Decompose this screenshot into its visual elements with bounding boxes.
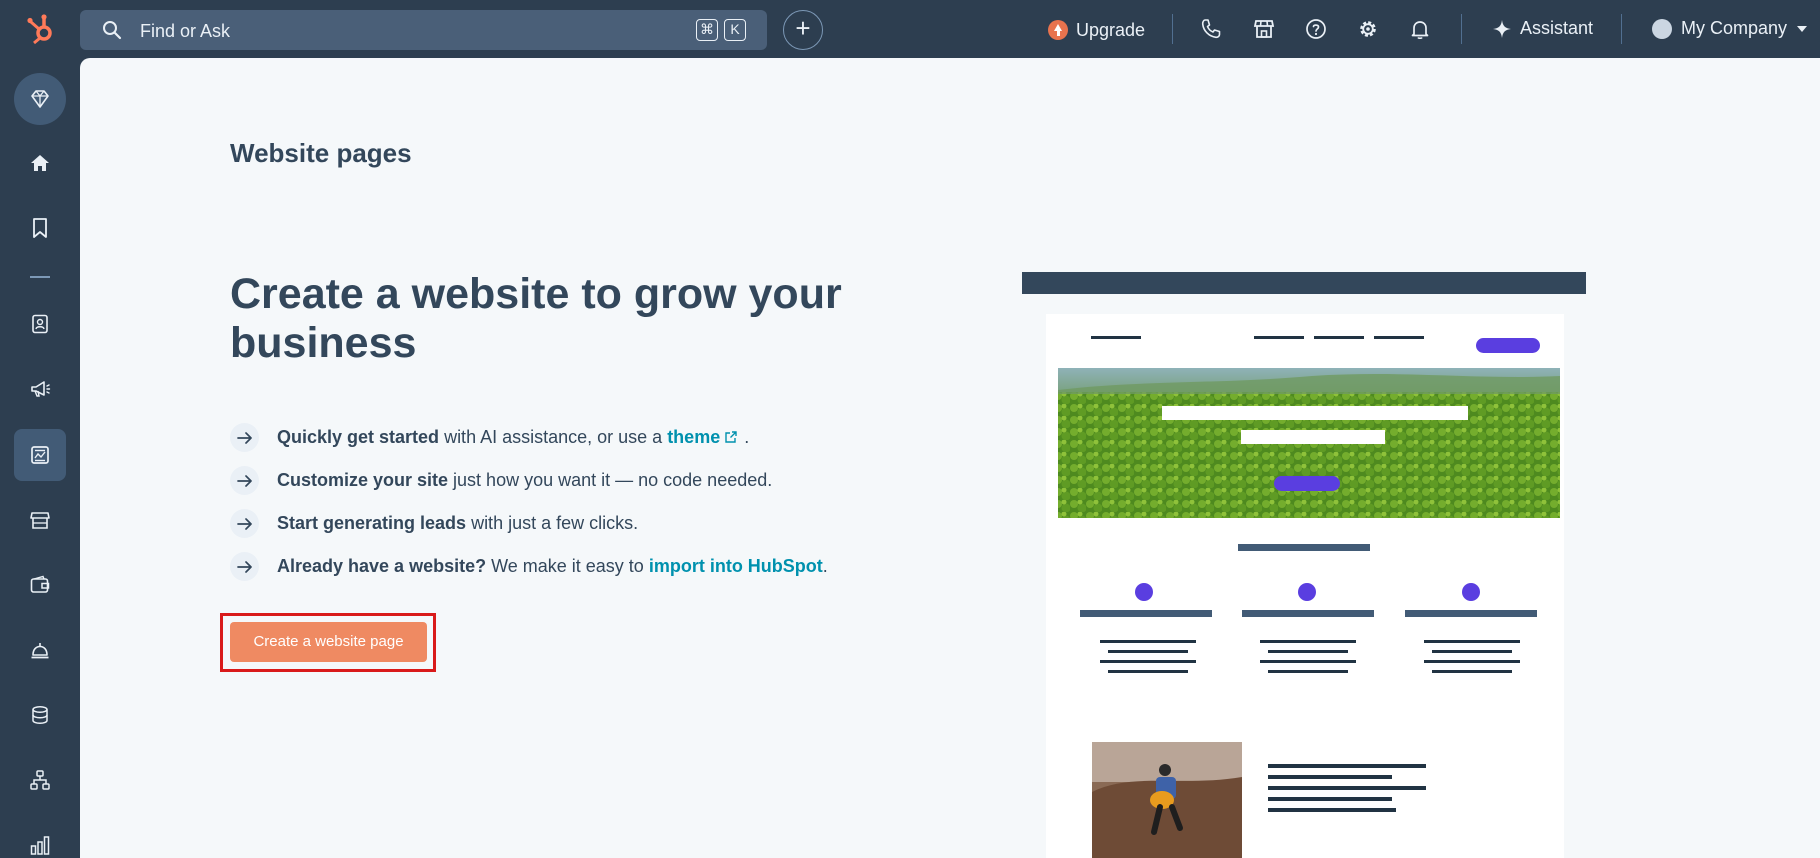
sidebar-item-upgrade[interactable] — [14, 73, 66, 125]
bookmark-icon — [33, 218, 47, 238]
arrow-right-icon — [230, 423, 259, 452]
wallet-icon — [30, 575, 50, 593]
sparkle-icon — [1493, 19, 1511, 38]
feature-bold: Quickly get started — [277, 427, 440, 447]
sidebar-item-content[interactable] — [14, 429, 66, 481]
storefront-icon — [30, 512, 50, 529]
feature-bold: Customize your site — [277, 470, 449, 490]
feature-text: Start generating leads with just a few c… — [277, 513, 638, 534]
sidebar-item-bookmarks[interactable] — [14, 202, 66, 254]
list-item: Quickly get started with AI assistance, … — [230, 416, 828, 459]
feature-suffix: . — [822, 556, 828, 576]
arrow-right-icon — [230, 466, 259, 495]
content-icon — [31, 446, 49, 464]
feature-text: Customize your site just how you want it… — [277, 470, 772, 491]
search-placeholder[interactable]: Find or Ask — [140, 21, 230, 42]
list-item: Customize your site just how you want it… — [230, 459, 828, 502]
list-item: Start generating leads with just a few c… — [230, 502, 828, 545]
k-key-badge: K — [724, 19, 746, 41]
page-title: Website pages — [230, 138, 412, 168]
sidebar-item-marketing[interactable] — [14, 363, 66, 415]
create-website-page-button[interactable]: Create a website page — [230, 622, 427, 662]
bar-chart-icon — [30, 836, 50, 855]
service-bell-icon — [31, 643, 49, 659]
phone-icon[interactable] — [1199, 17, 1223, 41]
home-icon — [31, 155, 49, 171]
account-name: My Company — [1681, 18, 1788, 38]
sidebar-divider — [30, 276, 50, 278]
create-new-button[interactable]: + — [783, 10, 823, 50]
assistant-button[interactable]: Assistant — [1492, 18, 1593, 39]
account-menu[interactable]: My Company — [1652, 18, 1808, 39]
sidebar-item-commerce[interactable] — [14, 494, 66, 546]
gem-icon — [31, 90, 49, 108]
left-sidebar — [0, 58, 80, 858]
hubspot-logo-icon[interactable] — [26, 12, 56, 46]
topbar-divider — [1172, 14, 1173, 44]
notifications-icon[interactable] — [1408, 17, 1432, 41]
avatar — [1652, 18, 1672, 39]
feature-body: with just a few clicks. — [466, 513, 639, 533]
external-link-icon[interactable] — [724, 430, 738, 444]
feature-text: Quickly get started with AI assistance, … — [277, 427, 749, 448]
feature-text: Already have a website? We make it easy … — [277, 556, 828, 577]
feature-bold: Start generating leads — [277, 513, 467, 533]
arrow-right-icon — [230, 509, 259, 538]
feature-body: with AI assistance, or use a — [439, 427, 668, 447]
workflow-icon — [30, 770, 50, 790]
search-bar[interactable]: Find or Ask ⌘ K — [80, 10, 767, 50]
theme-link[interactable]: theme — [667, 427, 720, 447]
settings-icon[interactable] — [1356, 17, 1380, 41]
contacts-icon — [32, 314, 48, 334]
search-icon — [103, 21, 122, 40]
feature-bold: Already have a website? — [277, 556, 487, 576]
topbar-divider — [1621, 14, 1622, 44]
sidebar-item-data[interactable] — [14, 689, 66, 741]
hero-headline: Create a website to grow your business — [230, 270, 842, 367]
assistant-label: Assistant — [1520, 18, 1594, 38]
upgrade-arrow-icon — [1048, 20, 1068, 40]
top-navigation-bar: Find or Ask ⌘ K + Upgrade Assistant My C… — [0, 0, 1820, 58]
sidebar-item-contacts[interactable] — [14, 298, 66, 350]
sidebar-item-payments[interactable] — [14, 559, 66, 611]
sidebar-item-automation[interactable] — [14, 754, 66, 806]
upgrade-label: Upgrade — [1076, 19, 1146, 40]
sidebar-item-service[interactable] — [14, 624, 66, 676]
feature-list: Quickly get started with AI assistance, … — [230, 416, 828, 588]
upgrade-button[interactable]: Upgrade — [1048, 18, 1145, 42]
sidebar-item-reporting[interactable] — [14, 819, 66, 858]
import-link[interactable]: import into HubSpot — [649, 556, 823, 576]
feature-suffix: . — [744, 427, 750, 447]
sidebar-item-home[interactable] — [14, 137, 66, 189]
chevron-down-icon — [1797, 25, 1808, 32]
website-preview-illustration — [1022, 272, 1586, 858]
marketplace-icon[interactable] — [1252, 17, 1276, 41]
arrow-right-icon — [230, 552, 259, 581]
database-icon — [32, 705, 48, 725]
command-key-badge: ⌘ — [696, 19, 718, 41]
feature-body: We make it easy to — [486, 556, 649, 576]
feature-body: just how you want it — no code needed. — [448, 470, 773, 490]
list-item: Already have a website? We make it easy … — [230, 545, 828, 588]
main-content: Website pages Create a website to grow y… — [80, 58, 1820, 858]
megaphone-icon — [31, 381, 51, 397]
topbar-divider — [1461, 14, 1462, 44]
help-icon[interactable] — [1304, 17, 1328, 41]
